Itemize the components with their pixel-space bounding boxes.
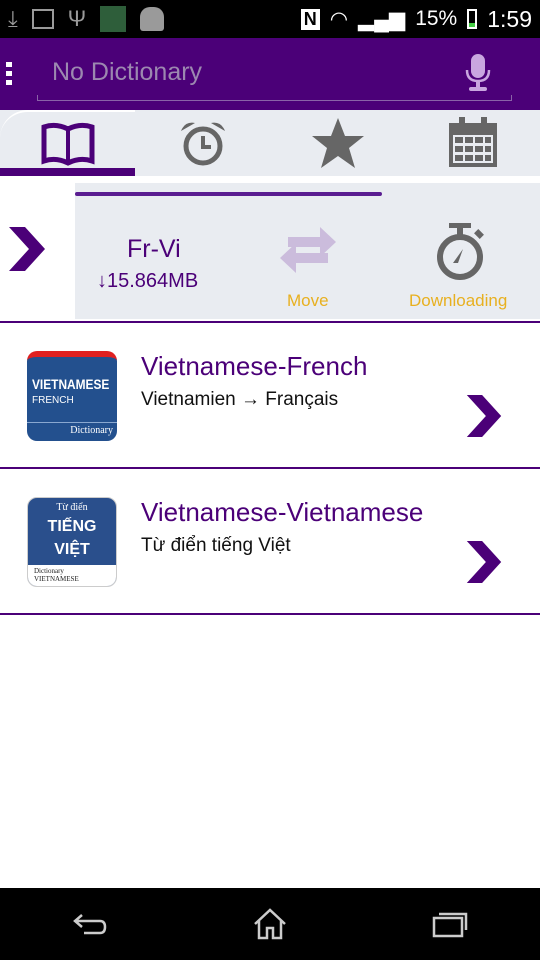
download-progress [75, 192, 540, 196]
nfc-icon: N [300, 8, 320, 30]
recent-apps-icon[interactable] [432, 910, 468, 938]
tab-calendar[interactable] [405, 110, 540, 176]
battery-text: 15% [415, 7, 458, 30]
dictionary-item-vietnamese-vietnamese[interactable]: Từ điển TIẾNG VIỆT Dictionary VIETNAMESE … [0, 469, 540, 613]
overflow-menu-icon[interactable] [6, 62, 16, 85]
book-icon [41, 122, 94, 166]
chevron-right-icon[interactable] [466, 395, 502, 437]
dictionary-subtitle: Từ điển tiếng Việt [141, 535, 291, 556]
microphone-icon[interactable] [464, 54, 492, 92]
status-bar: ⤓ Ψ N ◠ ▂▄▆ 15% 1:59 [0, 0, 540, 38]
app-icon [100, 6, 127, 32]
move-icon[interactable] [280, 227, 336, 273]
dictionary-item-vietnamese-french[interactable]: VIETNAMESE FRENCH Dictionary Vietnamese-… [0, 323, 540, 467]
search-input[interactable]: No Dictionary [52, 58, 202, 87]
home-icon[interactable] [253, 908, 287, 940]
navigation-bar [0, 888, 540, 960]
back-icon[interactable] [72, 911, 108, 937]
vietnamese-french-logo: VIETNAMESE FRENCH Dictionary [27, 351, 117, 441]
image-icon [31, 9, 54, 29]
tab-bar [0, 110, 540, 176]
chevron-right-icon[interactable] [9, 227, 45, 271]
app-bar: No Dictionary [0, 38, 540, 110]
calendar-icon [448, 117, 497, 167]
download-name: Fr-Vi [127, 235, 181, 263]
dictionary-subtitle: Vietnamien → Français [141, 389, 339, 410]
download-status: Downloading [409, 291, 508, 310]
signal-icon: ▂▄▆ [358, 7, 406, 31]
download-row: Fr-Vi ↓15.864MB Move Downloading [0, 183, 540, 319]
dictionary-title: Vietnamese-French [141, 351, 368, 381]
search-underline [37, 95, 512, 101]
move-label[interactable]: Move [287, 291, 329, 311]
wifi-icon: ◠ [329, 7, 349, 31]
vietnamese-vietnamese-logo: Từ điển TIẾNG VIỆT Dictionary VIETNAMESE [27, 497, 117, 587]
tab-dictionary[interactable] [0, 110, 135, 176]
usb-icon: Ψ [67, 6, 87, 31]
download-panel: Fr-Vi ↓15.864MB Move Downloading [75, 183, 540, 319]
download-size: ↓15.864MB [97, 270, 199, 292]
tab-favorites[interactable] [270, 110, 405, 176]
tab-history[interactable] [135, 110, 270, 176]
clock: 1:59 [487, 5, 532, 32]
stopwatch-icon[interactable] [433, 223, 489, 281]
star-icon [311, 118, 364, 168]
battery-icon [467, 9, 478, 29]
alarm-icon [180, 122, 225, 166]
android-icon [140, 7, 165, 31]
divider [0, 613, 540, 615]
chevron-right-icon[interactable] [466, 541, 502, 583]
download-icon: ⤓ [8, 6, 18, 31]
dictionary-title: Vietnamese-Vietnamese [141, 497, 424, 527]
